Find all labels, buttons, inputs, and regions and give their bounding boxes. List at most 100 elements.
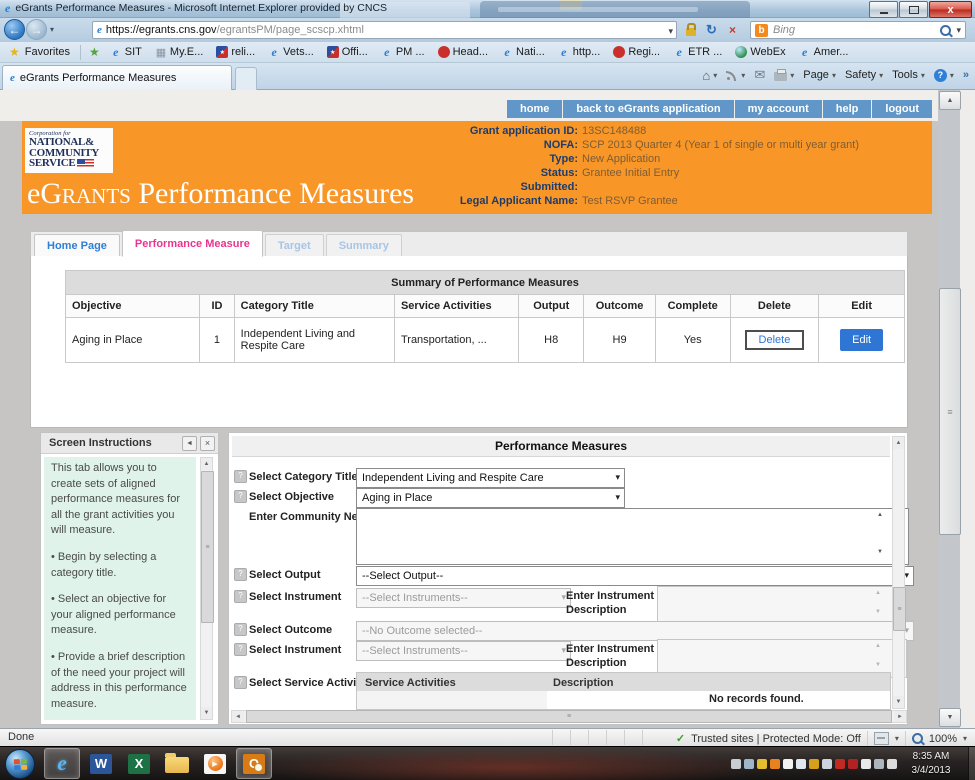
nav-button[interactable]: help [823, 100, 872, 118]
user-icon[interactable] [744, 759, 754, 769]
scroll-up-icon[interactable] [893, 437, 904, 449]
printer-icon[interactable] [731, 759, 741, 769]
back-button[interactable] [4, 19, 25, 40]
delete-button[interactable]: Delete [745, 330, 805, 350]
help-icon[interactable] [234, 490, 247, 503]
output-select[interactable]: --Select Output-- [356, 566, 914, 586]
help-icon[interactable] [234, 470, 247, 483]
objective-select[interactable]: Aging in Place [356, 488, 625, 508]
url-field[interactable]: e https://egrants.cns.gov/egrantsPM/page… [92, 21, 677, 39]
taskbar-outlook[interactable] [236, 748, 272, 779]
scroll-left-icon[interactable] [232, 711, 244, 722]
nav-button[interactable]: home [507, 100, 562, 118]
mcafee-icon[interactable] [835, 759, 845, 769]
stop-button[interactable] [723, 21, 742, 39]
security-lock-icon[interactable] [681, 21, 700, 39]
home-button[interactable] [702, 68, 717, 83]
browser-tab[interactable]: e eGrants Performance Measures [2, 65, 232, 90]
show-desktop-button[interactable] [968, 747, 975, 780]
display-icon[interactable] [874, 759, 884, 769]
nav-button[interactable]: back to eGrants application [563, 100, 733, 118]
taskbar-excel[interactable] [121, 748, 157, 779]
instructions-scrollbar[interactable] [200, 457, 213, 720]
print-button[interactable] [774, 69, 794, 81]
scrollbar-thumb[interactable] [939, 288, 961, 535]
feeds-button[interactable] [726, 69, 745, 81]
favorites-star-icon[interactable] [9, 45, 20, 59]
forward-button[interactable] [26, 19, 47, 40]
search-dropdown-icon[interactable] [956, 25, 961, 36]
taskbar-word[interactable] [83, 748, 119, 779]
favorite-item[interactable]: SIT [110, 46, 142, 58]
help-icon[interactable] [234, 568, 247, 581]
taskbar-clock[interactable]: 8:35 AM 3/4/2013 [901, 750, 961, 778]
security-icon[interactable] [848, 759, 858, 769]
scroll-down-icon[interactable] [893, 696, 904, 708]
close-panel-button[interactable] [200, 436, 215, 451]
compatibility-view-icon[interactable] [874, 732, 889, 745]
taskbar-internet-explorer[interactable]: e [44, 748, 80, 779]
favorite-item[interactable]: http... [558, 46, 601, 58]
flag-icon[interactable] [796, 759, 806, 769]
scroll-down-icon[interactable] [201, 707, 212, 719]
taskbar-media-player[interactable] [197, 748, 233, 779]
favorite-item[interactable]: Regi... [613, 46, 660, 58]
outlook-tray-icon[interactable] [770, 759, 780, 769]
help-icon[interactable] [234, 643, 247, 656]
scroll-down-icon[interactable] [939, 708, 961, 727]
taskbar-explorer[interactable] [159, 748, 195, 779]
help-icon[interactable] [234, 590, 247, 603]
zoom-icon[interactable] [912, 733, 923, 744]
browser-scrollbar[interactable] [938, 90, 960, 728]
zoom-level[interactable]: 100% [929, 733, 957, 745]
dropdown-icon[interactable] [895, 734, 899, 743]
favorite-item[interactable]: Vets... [268, 46, 314, 58]
favorites-label[interactable]: Favorites [25, 46, 70, 58]
favorite-item[interactable]: WebEx [735, 46, 785, 58]
form-scrollbar[interactable] [892, 436, 905, 709]
zoom-dropdown-icon[interactable] [963, 734, 967, 743]
help-icon[interactable] [234, 676, 247, 689]
scroll-down-icon[interactable] [874, 547, 886, 557]
lock-icon[interactable] [809, 759, 819, 769]
start-button[interactable] [5, 749, 35, 779]
search-icon[interactable] [940, 25, 951, 36]
page-menu[interactable]: Page [803, 69, 836, 81]
nav-button[interactable]: logout [872, 100, 932, 118]
scrollbar-thumb[interactable] [201, 471, 214, 623]
new-tab-button[interactable] [235, 67, 257, 90]
safety-menu[interactable]: Safety [845, 69, 883, 81]
favorite-item[interactable]: reli... [216, 46, 255, 58]
doc-icon[interactable] [861, 759, 871, 769]
scroll-up-icon[interactable] [201, 458, 212, 470]
scroll-up-icon[interactable] [939, 91, 961, 110]
minimize-button[interactable] [869, 1, 898, 18]
favorite-item[interactable]: Head... [438, 46, 488, 58]
community-need-input[interactable] [356, 508, 909, 565]
favorite-item[interactable]: PM ... [381, 46, 425, 58]
favorite-item[interactable]: Amer... [799, 46, 849, 58]
help-icon[interactable] [234, 623, 247, 636]
overflow-chevron-icon[interactable] [963, 69, 969, 81]
category-select[interactable]: Independent Living and Respite Care [356, 468, 625, 488]
nav-button[interactable]: my account [735, 100, 822, 118]
scroll-right-icon[interactable] [894, 711, 906, 722]
close-button[interactable]: x [929, 1, 972, 18]
scroll-up-icon[interactable] [874, 510, 886, 520]
favorite-item[interactable]: Offi... [327, 46, 368, 58]
app-tab[interactable]: Performance Measure [122, 230, 263, 257]
maximize-button[interactable] [899, 1, 928, 18]
help-menu[interactable] [934, 69, 954, 82]
network-icon[interactable] [822, 759, 832, 769]
add-favorite-icon[interactable] [89, 45, 100, 59]
read-mail-button[interactable] [754, 67, 765, 83]
tools-menu[interactable]: Tools [892, 69, 925, 81]
mail-icon[interactable] [757, 759, 767, 769]
recent-pages-dropdown[interactable] [50, 25, 54, 34]
collapse-panel-button[interactable] [182, 436, 197, 451]
refresh-button[interactable] [702, 21, 721, 39]
edit-button[interactable]: Edit [840, 329, 883, 351]
app-tab[interactable]: Home Page [34, 234, 120, 256]
speaker-icon[interactable] [887, 759, 897, 769]
favorite-item[interactable]: ETR ... [673, 46, 722, 58]
